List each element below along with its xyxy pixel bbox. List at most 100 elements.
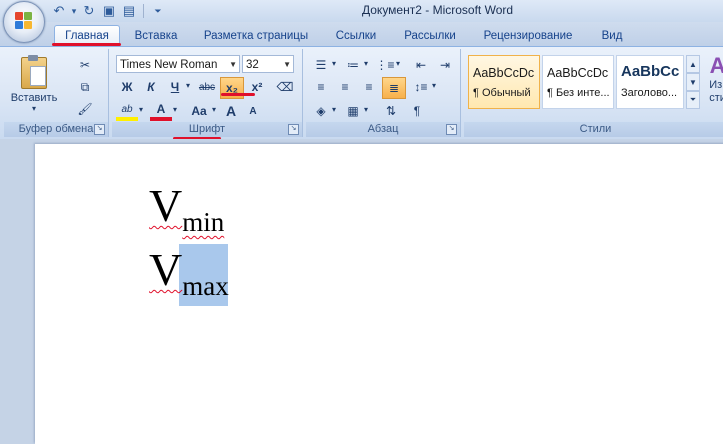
font-color-button[interactable]: A xyxy=(150,101,172,121)
chevron-down-icon[interactable]: ▼ xyxy=(229,56,237,74)
paragraph-group-label: Абзац xyxy=(306,122,460,137)
font-color-dropdown-icon[interactable]: ▾ xyxy=(173,105,177,114)
line-spacing-icon[interactable]: ↕≡ xyxy=(410,77,432,97)
font-name-combo[interactable]: Times New Roman ▼ xyxy=(116,55,240,73)
office-button[interactable] xyxy=(3,1,45,43)
customize-qat-icon[interactable]: ⏷ xyxy=(149,3,167,19)
chevron-down-icon[interactable]: ▾ xyxy=(432,81,436,90)
qat-separator xyxy=(143,4,144,18)
styles-group: AaBbCcDc ¶ Обычный AaBbCcDc ¶ Без инте..… xyxy=(464,49,723,137)
window-title: Документ2 - Microsoft Word xyxy=(362,3,514,17)
change-styles-icon: A xyxy=(709,53,723,78)
styles-scroll-up-icon[interactable]: ▲ xyxy=(686,55,700,73)
paragraph-group: ☰ ▾ ≔ ▾ ⋮≡ ▾ ⇤ ⇥ ≡ ≡ ≡ ≣ ↕≡ ▾ ◈ ▾ ▦ ▾ ⇅ … xyxy=(306,49,461,137)
chevron-down-icon[interactable]: ▾ xyxy=(332,105,336,114)
quick-access-toolbar: ↶ ▾ ↻ ▣ ▤ ⏷ xyxy=(50,2,167,20)
chevron-down-icon[interactable]: ▾ xyxy=(396,59,400,68)
style-name: ¶ Обычный xyxy=(473,87,531,99)
font-name-value: Times New Roman xyxy=(120,59,218,71)
save-icon[interactable]: ▤ xyxy=(120,3,138,19)
font-group-label: Шрифт xyxy=(112,122,302,137)
highlight-dropdown-icon[interactable]: ▾ xyxy=(139,105,143,114)
style-no-spacing[interactable]: AaBbCcDc ¶ Без инте... xyxy=(542,55,614,109)
tab-view[interactable]: Вид xyxy=(594,26,630,46)
chevron-down-icon: ▾ xyxy=(31,104,36,113)
justify-icon[interactable]: ≣ xyxy=(382,77,406,99)
numbering-icon[interactable]: ≔ xyxy=(342,55,364,75)
change-styles-button[interactable]: A Изм сти xyxy=(702,53,723,119)
shrink-font-button[interactable]: A xyxy=(242,101,264,121)
style-sample: AaBbCcDc xyxy=(547,66,609,80)
change-styles-label: Изм сти xyxy=(709,79,723,104)
document-line-vmin[interactable]: Vmin xyxy=(149,180,224,236)
style-name: Заголово... xyxy=(621,87,678,99)
dialog-launcher-icon[interactable]: ↘ xyxy=(94,124,105,135)
clipboard-group-label: Буфер обмена xyxy=(4,122,108,137)
align-center-icon[interactable]: ≡ xyxy=(334,77,356,97)
sort-icon[interactable]: ⇅ xyxy=(380,101,402,121)
title-bar: ↶ ▾ ↻ ▣ ▤ ⏷ Документ2 - Microsoft Word xyxy=(0,0,723,23)
styles-scroll-down-icon[interactable]: ▼ xyxy=(686,73,700,91)
italic-button[interactable]: К xyxy=(140,77,162,97)
image-icon[interactable]: ▣ xyxy=(100,3,118,19)
styles-group-label: Стили xyxy=(464,122,723,137)
style-name: ¶ Без инте... xyxy=(547,87,610,99)
align-right-icon[interactable]: ≡ xyxy=(358,77,380,97)
style-sample: AaBbCc xyxy=(621,63,680,80)
font-size-value: 32 xyxy=(246,59,259,71)
variable-letter: V xyxy=(149,244,183,295)
chevron-down-icon[interactable]: ▾ xyxy=(364,59,368,68)
tab-page-layout[interactable]: Разметка страницы xyxy=(196,26,316,46)
paste-button[interactable]: Вставить ▾ xyxy=(10,53,58,117)
ribbon: Вставить ▾ ✂ ⧉ 🖌 Буфер обмена ↘ Times Ne… xyxy=(0,46,723,140)
tab-mailings[interactable]: Рассылки xyxy=(396,26,464,46)
font-size-combo[interactable]: 32 ▼ xyxy=(242,55,294,73)
cut-icon[interactable]: ✂ xyxy=(74,55,96,75)
increase-indent-icon[interactable]: ⇥ xyxy=(434,55,456,75)
chevron-down-icon[interactable]: ▾ xyxy=(332,59,336,68)
copy-icon[interactable]: ⧉ xyxy=(74,77,96,97)
undo-icon[interactable]: ↶ xyxy=(50,3,68,19)
tab-insert[interactable]: Вставка xyxy=(126,26,186,46)
font-group: Times New Roman ▼ 32 ▼ Ж К Ч ▾ abc x₂ x²… xyxy=(112,49,303,137)
borders-icon[interactable]: ▦ xyxy=(342,101,364,121)
style-sample: AaBbCcDc xyxy=(473,66,535,80)
bullets-icon[interactable]: ☰ xyxy=(310,55,332,75)
styles-more-icon[interactable]: ⏷ xyxy=(686,91,700,109)
highlight-underline-subscript xyxy=(221,93,255,96)
change-case-dropdown-icon[interactable]: ▾ xyxy=(212,105,216,114)
shading-icon[interactable]: ◈ xyxy=(310,101,332,121)
tab-references[interactable]: Ссылки xyxy=(328,26,384,46)
tab-review[interactable]: Рецензирование xyxy=(476,26,580,46)
show-formatting-icon[interactable]: ¶ xyxy=(406,101,428,121)
clipboard-group: Вставить ▾ ✂ ⧉ 🖌 Буфер обмена ↘ xyxy=(4,49,109,137)
paste-label: Вставить xyxy=(10,92,58,104)
undo-dropdown-icon[interactable]: ▾ xyxy=(70,3,78,19)
style-normal[interactable]: AaBbCcDc ¶ Обычный xyxy=(468,55,540,109)
change-case-button[interactable]: Aa xyxy=(186,101,212,121)
variable-letter: V xyxy=(149,180,183,231)
clear-formatting-icon[interactable]: ⌫ xyxy=(274,77,296,97)
dialog-launcher-icon[interactable]: ↘ xyxy=(288,124,299,135)
document-page[interactable] xyxy=(35,144,723,444)
bold-button[interactable]: Ж xyxy=(116,77,138,97)
multilevel-list-icon[interactable]: ⋮≡ xyxy=(374,55,396,75)
format-painter-icon[interactable]: 🖌 xyxy=(74,99,96,119)
chevron-down-icon[interactable]: ▼ xyxy=(283,56,291,74)
highlight-button[interactable]: ab xyxy=(116,101,138,121)
redo-icon[interactable]: ↻ xyxy=(80,3,98,19)
style-heading[interactable]: AaBbCc Заголово... xyxy=(616,55,684,109)
underline-button[interactable]: Ч xyxy=(164,77,186,97)
chevron-down-icon[interactable]: ▾ xyxy=(364,105,368,114)
grow-font-button[interactable]: A xyxy=(220,101,242,121)
strikethrough-button[interactable]: abc xyxy=(196,77,218,97)
dialog-launcher-icon[interactable]: ↘ xyxy=(446,124,457,135)
subscript-text: max xyxy=(182,271,229,301)
office-logo-icon xyxy=(15,12,33,30)
clipboard-icon xyxy=(21,55,47,89)
align-left-icon[interactable]: ≡ xyxy=(310,77,332,97)
underline-dropdown-icon[interactable]: ▾ xyxy=(186,81,190,90)
decrease-indent-icon[interactable]: ⇤ xyxy=(410,55,432,75)
document-line-vmax[interactable]: Vmax xyxy=(149,244,229,300)
subscript-text: min xyxy=(182,207,225,237)
